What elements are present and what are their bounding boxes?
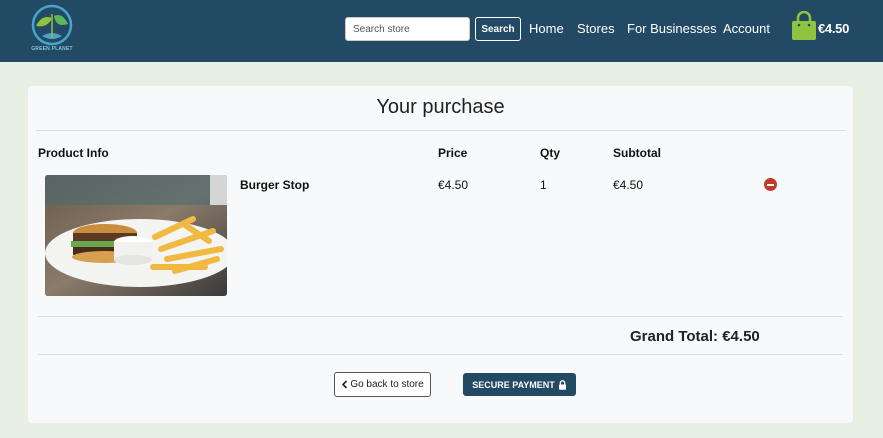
header-product-info: Product Info: [38, 146, 109, 160]
product-name[interactable]: Burger Stop: [240, 178, 309, 192]
shopping-bag-icon[interactable]: [790, 10, 818, 41]
go-back-to-store-button[interactable]: Go back to store: [334, 372, 431, 397]
search-button[interactable]: Search: [475, 17, 521, 41]
nav-link-stores[interactable]: Stores: [577, 21, 615, 36]
search-input[interactable]: [345, 17, 470, 41]
page-title: Your purchase: [376, 96, 505, 118]
purchase-card: Your purchase Product Info Price Qty Sub…: [28, 86, 853, 423]
chevron-left-icon: [341, 380, 348, 389]
planet-leaf-icon: [31, 4, 73, 46]
secure-payment-button[interactable]: SECURE PAYMENT: [463, 373, 576, 396]
header-qty: Qty: [540, 146, 561, 160]
product-qty: 1: [540, 178, 547, 192]
go-back-label: Go back to store: [350, 379, 424, 390]
secure-payment-label: SECURE PAYMENT: [472, 379, 555, 390]
divider: [38, 316, 843, 317]
bag-total[interactable]: €4.50: [818, 21, 849, 36]
nav-link-home[interactable]: Home: [529, 21, 564, 36]
divider: [36, 130, 845, 131]
product-subtotal: €4.50: [613, 178, 644, 192]
navbar: GREEN PLANET Search Home Stores For Busi…: [0, 0, 883, 62]
green-planet-logo[interactable]: GREEN PLANET: [28, 4, 76, 56]
lock-icon: [558, 379, 567, 390]
remove-circle-icon[interactable]: [764, 178, 777, 191]
grand-total: Grand Total: €4.50: [630, 328, 760, 345]
header-subtotal: Subtotal: [613, 146, 661, 160]
product-image: [45, 175, 227, 296]
logo-text: GREEN PLANET: [31, 46, 73, 52]
divider: [38, 354, 843, 355]
product-price: €4.50: [438, 178, 469, 192]
nav-link-for-businesses[interactable]: For Businesses: [627, 21, 717, 36]
header-price: Price: [438, 146, 468, 160]
nav-link-account[interactable]: Account: [723, 21, 770, 36]
